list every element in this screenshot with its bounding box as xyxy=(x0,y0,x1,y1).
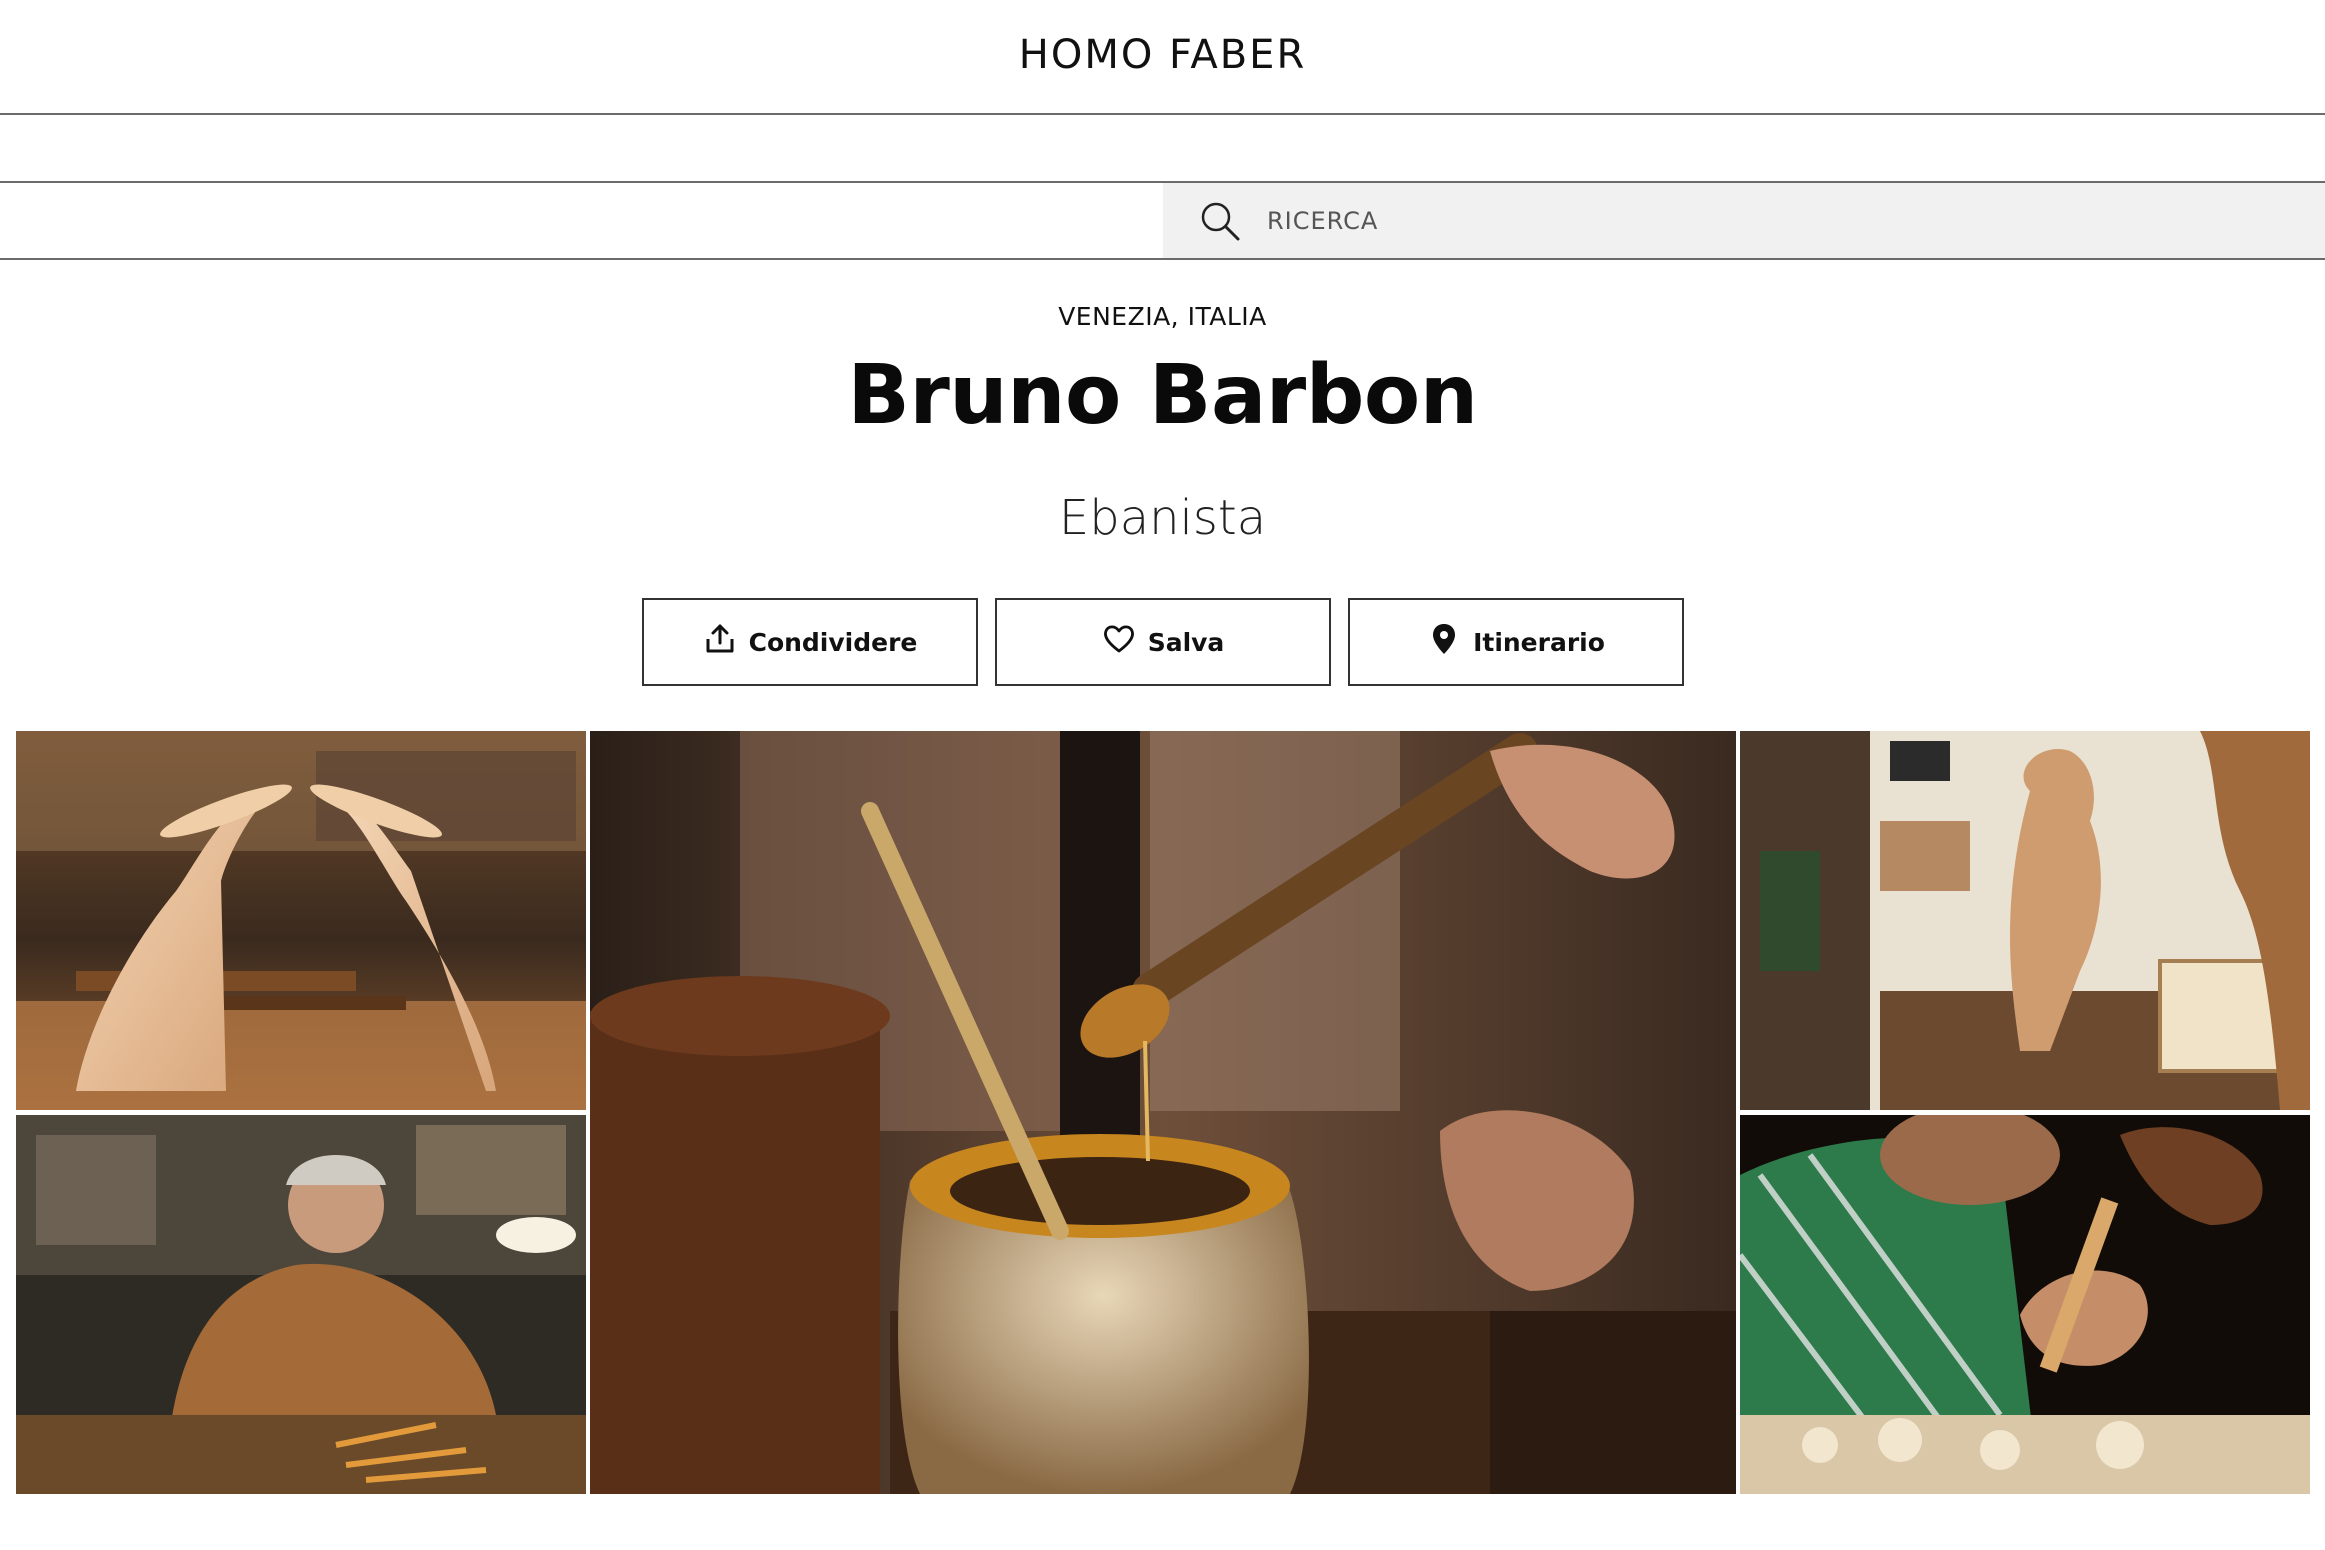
search-box[interactable] xyxy=(1163,183,2325,258)
site-logo[interactable]: HOMO FABER xyxy=(1019,32,1306,78)
location-pin-icon xyxy=(1427,622,1461,662)
save-button-label: Salva xyxy=(1147,627,1225,657)
action-buttons: Condividere Salva Itinerario xyxy=(642,598,1684,686)
gallery-image-carved-hands[interactable] xyxy=(16,731,586,1110)
photo-gallery xyxy=(16,731,2310,1494)
top-header: HOMO FABER xyxy=(0,0,2325,115)
artisan-name: Bruno Barbon xyxy=(847,348,1478,443)
gallery-image-chiseling[interactable] xyxy=(1740,1115,2310,1494)
heart-icon xyxy=(1102,622,1136,662)
search-input[interactable] xyxy=(1265,199,2165,243)
artisan-profession: Ebanista xyxy=(1058,490,1267,546)
gallery-image-carved-figure[interactable] xyxy=(1740,731,2310,1110)
gallery-image-glue-pot[interactable] xyxy=(590,731,1736,1494)
share-button-label: Condividere xyxy=(748,627,918,657)
gallery-image-artisan-workbench[interactable] xyxy=(16,1115,586,1494)
itinerary-button[interactable]: Itinerario xyxy=(1348,598,1684,686)
search-icon[interactable] xyxy=(1198,199,1242,243)
location-label: VENEZIA, ITALIA xyxy=(1058,302,1267,331)
share-button[interactable]: Condividere xyxy=(642,598,978,686)
navigation-bar xyxy=(0,115,2325,183)
share-icon xyxy=(703,622,737,662)
search-row xyxy=(0,183,2325,260)
itinerary-button-label: Itinerario xyxy=(1473,627,1605,657)
save-button[interactable]: Salva xyxy=(995,598,1331,686)
